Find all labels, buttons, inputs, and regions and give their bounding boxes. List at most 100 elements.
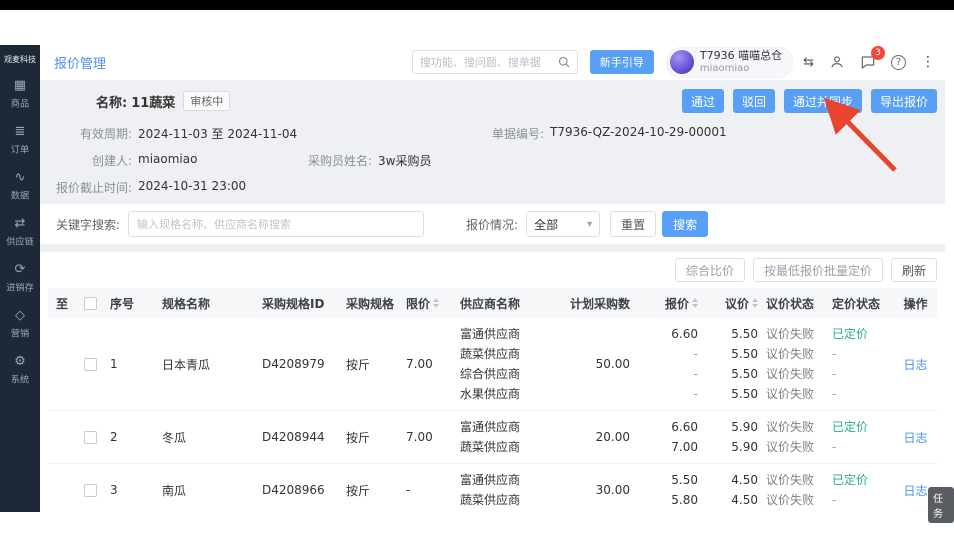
export-quotes-button[interactable]: 导出报价	[871, 89, 937, 113]
contact-admin-icon[interactable]	[829, 54, 845, 70]
column-header: 采购规格ID	[262, 295, 346, 312]
quote-value: 6.60	[646, 324, 698, 344]
price-status: 已定价	[832, 470, 894, 490]
approve-and-sync-button[interactable]: 通过并同步	[784, 89, 862, 113]
supplier-names: 富通供应商蔬菜供应商	[460, 417, 560, 457]
reject-button[interactable]: 驳回	[733, 89, 775, 113]
guide-button[interactable]: 新手引导	[590, 50, 654, 74]
table-header-row: 至序号规格名称采购规格ID采购规格限价供应商名称计划采购数报价议价议价状态定价状…	[48, 288, 937, 318]
quote-table-card: 综合比价 按最低报价批量定价 刷新 至序号规格名称采购规格ID采购规格限价供应商…	[40, 252, 945, 512]
bargain-status: 议价失败	[766, 344, 832, 364]
log-cell: 日志	[894, 429, 937, 446]
sort-icon[interactable]	[692, 298, 698, 308]
row-checkbox[interactable]	[84, 484, 97, 497]
field-value: 2024-11-03 至 2024-11-04	[138, 125, 297, 140]
bargain-value: 4.50	[706, 490, 758, 510]
select-all-cell	[76, 297, 104, 310]
supplier-name: 蔬菜供应商	[460, 490, 560, 510]
column-header[interactable]: 报价	[646, 295, 706, 312]
bargain-value: 5.50	[706, 324, 758, 344]
keyword-search-input[interactable]	[128, 211, 424, 237]
field-row: 创建人: miaomiao 采购员姓名: 3w采购员	[48, 152, 937, 167]
sidebar-item-orders[interactable]: ≣ 订单	[0, 117, 40, 163]
approve-button[interactable]: 通过	[682, 89, 724, 113]
column-header[interactable]: 议价	[706, 295, 766, 312]
bargain-values: 4.504.50	[706, 470, 766, 510]
row-checkbox[interactable]	[84, 431, 97, 444]
marketing-icon: ◇	[15, 309, 25, 323]
compare-prices-button[interactable]: 综合比价	[675, 258, 745, 282]
field-creator: 创建人: miaomiao	[48, 152, 288, 167]
spec-id: D4208979	[262, 357, 346, 371]
sort-icon[interactable]	[433, 298, 439, 308]
log-link[interactable]: 日志	[903, 431, 927, 445]
quote-value: 5.80	[646, 490, 698, 510]
table-row: 2 冬瓜 D4208944 按斤 7.00 富通供应商蔬菜供应商 20.00 6…	[48, 411, 937, 464]
sidebar-item-inventory[interactable]: ⟳ 进销存	[0, 255, 40, 301]
user-meta: T7936 喵喵总仓 miaomiao	[700, 50, 782, 74]
log-link[interactable]: 日志	[903, 358, 927, 372]
topbar-right: 搜功能、搜问题、搜单据 新手引导 T7936 喵喵总仓 miaomiao ⇆	[412, 47, 935, 77]
limit-price: 7.00	[406, 430, 460, 444]
sidebar-item-goods[interactable]: ▦ 商品	[0, 71, 40, 117]
top-black-strip	[0, 0, 954, 10]
batch-price-by-lowest-button[interactable]: 按最低报价批量定价	[753, 258, 883, 282]
column-header: 至	[48, 295, 76, 312]
sidebar-items: ▦ 商品 ≣ 订单 ∿ 数据 ⇄ 供应链 ⟳ 进销存 ◇ 营销 ⚙ 系统	[0, 71, 40, 393]
plan-qty: 30.00	[560, 483, 646, 497]
row-index: 2	[104, 430, 162, 444]
bargain-statuses: 议价失败议价失败议价失败议价失败	[766, 324, 832, 404]
messages-icon[interactable]: 3	[860, 54, 876, 70]
log-link[interactable]: 日志	[903, 484, 927, 498]
filter-bar: 关键字搜索: 报价情况: 全部 ▾ 重置 搜索	[40, 204, 945, 244]
orders-icon: ≣	[15, 125, 26, 139]
breadcrumb[interactable]: 报价管理	[54, 53, 106, 72]
supplier-name: 水果供应商	[460, 384, 560, 404]
selected-option: 全部	[534, 216, 558, 233]
user-chip[interactable]: T7936 喵喵总仓 miaomiao	[666, 47, 793, 77]
bargain-value: 5.50	[706, 344, 758, 364]
row-checkbox-cell	[76, 431, 104, 444]
quote-value: 6.60	[646, 417, 698, 437]
sidebar-item-label: 商品	[11, 96, 29, 110]
column-header: 供应商名称	[460, 295, 560, 312]
price-statuses: 已定价-	[832, 417, 894, 457]
sidebar-item-label: 订单	[11, 142, 29, 156]
avatar	[670, 50, 694, 74]
purchase-spec: 按斤	[346, 482, 406, 499]
search-icon	[558, 53, 570, 72]
global-search-input[interactable]: 搜功能、搜问题、搜单据	[412, 50, 578, 74]
help-icon[interactable]: ?	[891, 55, 906, 70]
quotation-name: 11蔬菜	[131, 92, 175, 111]
sidebar-item-marketing[interactable]: ◇ 营销	[0, 301, 40, 347]
bargain-values: 5.505.505.505.50	[706, 324, 766, 404]
bargain-value: 5.50	[706, 384, 758, 404]
bargain-status: 议价失败	[766, 490, 832, 510]
page: 观麦科技 ▦ 商品 ≣ 订单 ∿ 数据 ⇄ 供应链 ⟳ 进销存 ◇ 营销 ⚙ 系…	[0, 0, 954, 553]
quote-value: 5.50	[646, 470, 698, 490]
purchase-spec: 按斤	[346, 429, 406, 446]
purchase-spec: 按斤	[346, 356, 406, 373]
log-cell: 日志	[894, 356, 937, 373]
sort-icon[interactable]	[752, 298, 758, 308]
sidebar-item-label: 数据	[11, 188, 29, 202]
kebab-menu-icon[interactable]: ⋮	[921, 54, 935, 70]
plan-qty: 50.00	[560, 357, 646, 371]
column-header: 采购规格	[346, 295, 406, 312]
switch-account-icon[interactable]: ⇆	[803, 55, 814, 70]
row-checkbox[interactable]	[84, 358, 97, 371]
task-tab[interactable]: 任务	[928, 487, 954, 523]
search-button[interactable]: 搜索	[662, 211, 708, 237]
row-index: 3	[104, 483, 162, 497]
reset-button[interactable]: 重置	[610, 211, 656, 237]
field-quote-deadline: 报价截止时间: 2024-10-31 23:00	[48, 179, 246, 194]
select-all-checkbox[interactable]	[84, 297, 97, 310]
refresh-button[interactable]: 刷新	[891, 258, 937, 282]
quote-status-select[interactable]: 全部 ▾	[526, 211, 600, 237]
sidebar-item-data[interactable]: ∿ 数据	[0, 163, 40, 209]
sidebar-item-system[interactable]: ⚙ 系统	[0, 347, 40, 393]
column-header: 议价状态	[766, 295, 832, 312]
sidebar-item-supply-chain[interactable]: ⇄ 供应链	[0, 209, 40, 255]
bargain-statuses: 议价失败议价失败	[766, 417, 832, 457]
column-header[interactable]: 限价	[406, 295, 460, 312]
